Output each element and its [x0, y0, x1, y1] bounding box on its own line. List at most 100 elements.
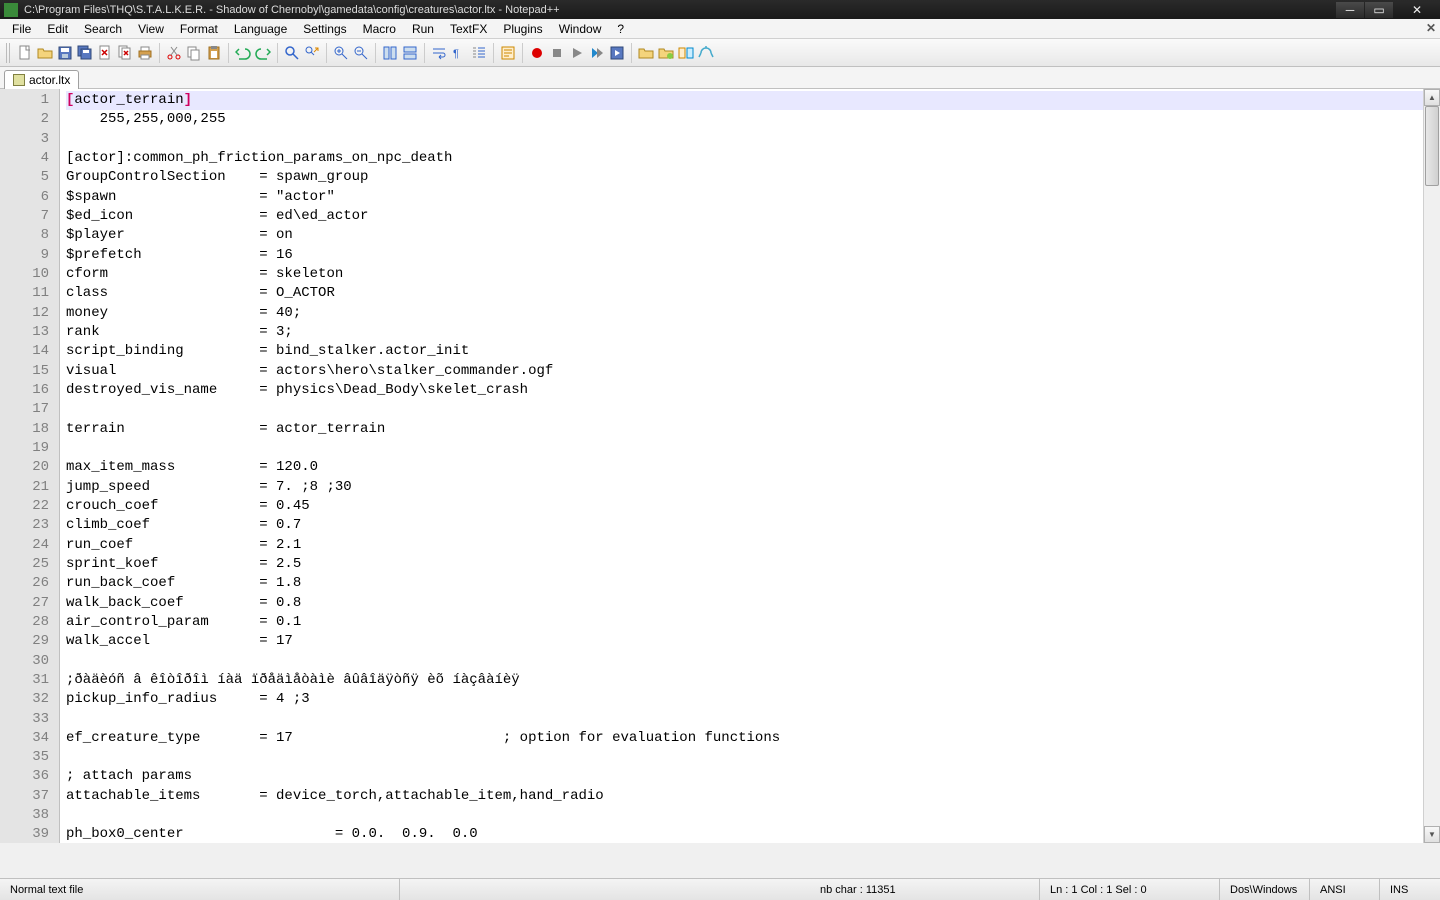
code-line[interactable]: $spawn = "actor"	[66, 188, 1423, 207]
code-line[interactable]: max_item_mass = 120.0	[66, 458, 1423, 477]
status-bar: Normal text file nb char : 11351 Ln : 1 …	[0, 878, 1440, 900]
print-icon[interactable]	[136, 44, 154, 62]
code-line[interactable]: walk_back_coef = 0.8	[66, 594, 1423, 613]
close-window-button[interactable]: ✕	[1394, 2, 1440, 18]
toolbar-separator	[493, 43, 494, 63]
code-line[interactable]: $prefetch = 16	[66, 246, 1423, 265]
code-line[interactable]: GroupControlSection = spawn_group	[66, 168, 1423, 187]
code-line[interactable]: ;ðàäèóñ â êîòîðîì íàä ïðåäìåòàìè âûâîäÿò…	[66, 671, 1423, 690]
close-all-icon[interactable]	[116, 44, 134, 62]
code-line[interactable]	[66, 439, 1423, 458]
code-line[interactable]	[66, 748, 1423, 767]
sync-horizontal-icon[interactable]	[401, 44, 419, 62]
undo-icon[interactable]	[234, 44, 252, 62]
code-line[interactable]: air_control_param = 0.1	[66, 613, 1423, 632]
menu-view[interactable]: View	[130, 20, 172, 38]
menu-file[interactable]: File	[4, 20, 39, 38]
maximize-button[interactable]: ▭	[1365, 2, 1393, 18]
close-file-icon[interactable]	[96, 44, 114, 62]
zoom-in-icon[interactable]	[332, 44, 350, 62]
menu-format[interactable]: Format	[172, 20, 226, 38]
line-number-gutter: 1234567891011121314151617181920212223242…	[0, 89, 60, 843]
menu-edit[interactable]: Edit	[39, 20, 76, 38]
code-line[interactable]	[66, 710, 1423, 729]
sync-vertical-icon[interactable]	[381, 44, 399, 62]
menu-macro[interactable]: Macro	[355, 20, 404, 38]
toolbar-plugin-icon[interactable]	[697, 44, 715, 62]
vertical-scrollbar[interactable]: ▲ ▼	[1423, 89, 1440, 843]
code-line[interactable]: [actor_terrain]	[66, 91, 1423, 110]
word-wrap-icon[interactable]	[430, 44, 448, 62]
code-line[interactable]	[66, 806, 1423, 825]
macro-save-icon[interactable]	[608, 44, 626, 62]
cut-icon[interactable]	[165, 44, 183, 62]
code-line[interactable]: pickup_info_radius = 4 ;3	[66, 690, 1423, 709]
code-line[interactable]: crouch_coef = 0.45	[66, 497, 1423, 516]
menu-run[interactable]: Run	[404, 20, 442, 38]
code-line[interactable]: run_back_coef = 1.8	[66, 574, 1423, 593]
replace-icon[interactable]	[303, 44, 321, 62]
open-file-icon[interactable]	[36, 44, 54, 62]
code-line[interactable]	[66, 130, 1423, 149]
code-line[interactable]: ph_box0_center = 0.0. 0.9. 0.0	[66, 825, 1423, 843]
code-line[interactable]: 255,255,000,255	[66, 110, 1423, 129]
code-line[interactable]: walk_accel = 17	[66, 632, 1423, 651]
code-line[interactable]: script_binding = bind_stalker.actor_init	[66, 342, 1423, 361]
user-lang-icon[interactable]	[499, 44, 517, 62]
menu-textfx[interactable]: TextFX	[442, 20, 495, 38]
menu-help[interactable]: ?	[609, 20, 632, 38]
toolbar-folder1-icon[interactable]	[637, 44, 655, 62]
macro-play-multi-icon[interactable]	[588, 44, 606, 62]
code-line[interactable]: destroyed_vis_name = physics\Dead_Body\s…	[66, 381, 1423, 400]
code-line[interactable]: ef_creature_type = 17 ; option for evalu…	[66, 729, 1423, 748]
save-all-icon[interactable]	[76, 44, 94, 62]
code-line[interactable]: $ed_icon = ed\ed_actor	[66, 207, 1423, 226]
code-editor[interactable]: [actor_terrain] 255,255,000,255 [actor]:c…	[60, 89, 1423, 843]
code-line[interactable]: visual = actors\hero\stalker_commander.o…	[66, 362, 1423, 381]
macro-record-icon[interactable]	[528, 44, 546, 62]
zoom-out-icon[interactable]	[352, 44, 370, 62]
find-icon[interactable]	[283, 44, 301, 62]
status-eol: Dos\Windows	[1220, 879, 1310, 900]
show-chars-icon[interactable]: ¶	[450, 44, 468, 62]
scroll-down-button[interactable]: ▼	[1424, 826, 1440, 843]
toolbar-compare-icon[interactable]	[677, 44, 695, 62]
paste-icon[interactable]	[205, 44, 223, 62]
code-line[interactable]: sprint_koef = 2.5	[66, 555, 1423, 574]
scroll-up-button[interactable]: ▲	[1424, 89, 1440, 106]
code-line[interactable]: climb_coef = 0.7	[66, 516, 1423, 535]
menu-plugins[interactable]: Plugins	[495, 20, 550, 38]
new-file-icon[interactable]	[16, 44, 34, 62]
minimize-button[interactable]: ─	[1336, 2, 1364, 18]
save-icon[interactable]	[56, 44, 74, 62]
code-line[interactable]: terrain = actor_terrain	[66, 420, 1423, 439]
status-filetype: Normal text file	[0, 879, 400, 900]
code-line[interactable]: cform = skeleton	[66, 265, 1423, 284]
indent-guide-icon[interactable]	[470, 44, 488, 62]
code-line[interactable]	[66, 652, 1423, 671]
toolbar-separator	[159, 43, 160, 63]
copy-icon[interactable]	[185, 44, 203, 62]
code-line[interactable]: attachable_items = device_torch,attachab…	[66, 787, 1423, 806]
toolbar-folder2-icon[interactable]	[657, 44, 675, 62]
code-line[interactable]: [actor]:common_ph_friction_params_on_npc…	[66, 149, 1423, 168]
redo-icon[interactable]	[254, 44, 272, 62]
macro-stop-icon[interactable]	[548, 44, 566, 62]
menu-settings[interactable]: Settings	[295, 20, 354, 38]
menu-window[interactable]: Window	[551, 20, 610, 38]
code-line[interactable]: money = 40;	[66, 304, 1423, 323]
code-line[interactable]: jump_speed = 7. ;8 ;30	[66, 478, 1423, 497]
scroll-thumb[interactable]	[1425, 106, 1439, 186]
code-line[interactable]: $player = on	[66, 226, 1423, 245]
menu-search[interactable]: Search	[76, 20, 130, 38]
menu-language[interactable]: Language	[226, 20, 295, 38]
app-icon	[4, 3, 18, 17]
code-line[interactable]	[66, 400, 1423, 419]
close-document-button[interactable]: ✕	[1426, 21, 1436, 35]
macro-play-icon[interactable]	[568, 44, 586, 62]
code-line[interactable]: class = O_ACTOR	[66, 284, 1423, 303]
code-line[interactable]: ; attach params	[66, 767, 1423, 786]
code-line[interactable]: rank = 3;	[66, 323, 1423, 342]
code-line[interactable]: run_coef = 2.1	[66, 536, 1423, 555]
tab-actor-ltx[interactable]: actor.ltx	[4, 70, 79, 89]
